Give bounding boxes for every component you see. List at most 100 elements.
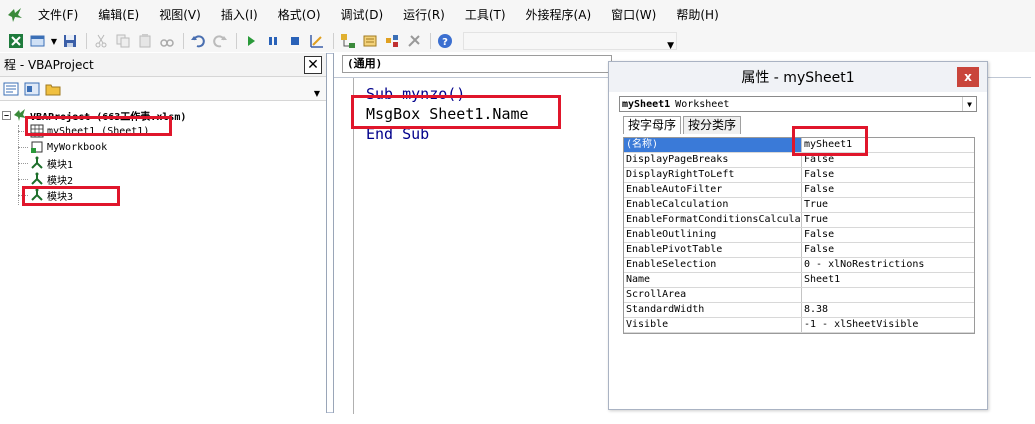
tree-item-module2[interactable]: 模块2 <box>0 171 326 187</box>
tree-connector <box>18 194 28 196</box>
project-explorer-icon[interactable] <box>338 31 358 51</box>
help-icon[interactable]: ? <box>435 31 455 51</box>
menu-addins[interactable]: 外接程序(A) <box>520 4 598 26</box>
view-code-icon[interactable] <box>2 80 20 98</box>
property-value[interactable]: True <box>802 213 974 227</box>
pane-overflow-icon[interactable]: ▼ <box>312 80 322 98</box>
object-name: mySheet1 <box>622 98 671 110</box>
menu-file[interactable]: 文件(F) <box>32 4 84 26</box>
tree-item-module3[interactable]: 模块3 <box>0 187 326 203</box>
menu-tools[interactable]: 工具(T) <box>459 4 512 26</box>
property-row[interactable]: EnableFormatConditionsCalculationTrue <box>624 213 974 228</box>
toolbar-separator <box>333 33 334 49</box>
menu-debug[interactable]: 调试(D) <box>335 4 390 26</box>
menu-bar: 文件(F) 编辑(E) 视图(V) 插入(I) 格式(O) 调试(D) 运行(R… <box>0 0 1035 30</box>
insert-userform-icon[interactable] <box>28 31 48 51</box>
property-value[interactable]: True <box>802 198 974 212</box>
menu-format[interactable]: 格式(O) <box>272 4 327 26</box>
copy-icon[interactable] <box>113 31 133 51</box>
tree-root[interactable]: − VBAProject (663工作表.xlsm) <box>0 107 326 123</box>
properties-titlebar: 属性 - mySheet1 x <box>609 62 987 92</box>
property-value[interactable]: False <box>802 228 974 242</box>
property-value[interactable]: False <box>802 183 974 197</box>
property-row[interactable]: EnableSelection 0 - xlNoRestrictions <box>624 258 974 273</box>
tree-item-label: 模块1 <box>47 159 74 171</box>
property-key: StandardWidth <box>624 303 802 317</box>
property-key: ScrollArea <box>624 288 802 302</box>
chevron-down-icon[interactable]: ▼ <box>50 31 58 51</box>
properties-icon[interactable] <box>360 31 380 51</box>
menu-insert[interactable]: 插入(I) <box>215 4 264 26</box>
redo-icon[interactable] <box>210 31 230 51</box>
property-row[interactable]: EnableOutlining False <box>624 228 974 243</box>
tree-item-myworkbook[interactable]: MyWorkbook <box>0 139 326 155</box>
property-value[interactable]: 0 - xlNoRestrictions <box>802 258 974 272</box>
property-value[interactable]: Sheet1 <box>802 273 974 287</box>
property-key: EnableSelection <box>624 258 802 272</box>
standard-toolbar: ▼ ? ▼ <box>0 30 1035 52</box>
pause-icon[interactable] <box>263 31 283 51</box>
code-line[interactable]: MsgBox Sheet1.Name <box>366 104 529 124</box>
property-row[interactable]: StandardWidth 8.38 <box>624 303 974 318</box>
menu-run[interactable]: 运行(R) <box>397 4 451 26</box>
code-line[interactable]: Sub mynzo() <box>366 84 529 104</box>
vba-app-icon[interactable] <box>4 4 26 26</box>
paste-icon[interactable] <box>135 31 155 51</box>
property-row[interactable]: ScrollArea <box>624 288 974 303</box>
property-row[interactable]: EnableAutoFilter False <box>624 183 974 198</box>
tree-connector <box>18 162 28 164</box>
property-row[interactable]: EnableCalculation True <box>624 198 974 213</box>
tree-item-mysheet1[interactable]: mySheet1 (Sheet1) <box>0 123 326 139</box>
excel-icon[interactable] <box>6 31 26 51</box>
code-margin[interactable] <box>334 78 354 414</box>
project-explorer-pane: 程 - VBAProject ✕ ▼ − VBAProject (663工作表.… <box>0 53 327 413</box>
worksheet-icon <box>30 124 44 138</box>
property-row[interactable]: DisplayRightToLeft False <box>624 168 974 183</box>
property-row[interactable]: Name Sheet1 <box>624 273 974 288</box>
collapse-icon[interactable]: − <box>2 110 11 120</box>
project-close-button[interactable]: ✕ <box>304 55 322 74</box>
menu-window[interactable]: 窗口(W) <box>605 4 662 26</box>
module-icon <box>30 156 44 170</box>
object-browser-icon[interactable] <box>382 31 402 51</box>
tab-categorized[interactable]: 按分类序 <box>683 116 742 134</box>
design-mode-icon[interactable] <box>307 31 327 51</box>
view-object-icon[interactable] <box>23 80 41 98</box>
property-value[interactable] <box>802 288 974 302</box>
chevron-down-icon[interactable]: ▼ <box>962 97 976 111</box>
properties-object-dropdown[interactable]: mySheet1 Worksheet ▼ <box>619 96 977 112</box>
code-line[interactable]: End Sub <box>366 124 529 144</box>
object-dropdown[interactable]: (通用) <box>342 55 612 73</box>
property-row[interactable]: Visible -1 - xlSheetVisible <box>624 318 974 333</box>
property-row[interactable]: EnablePivotTable False <box>624 243 974 258</box>
workbook-icon <box>30 140 44 154</box>
vba-project-icon <box>13 108 27 122</box>
tab-alphabetic[interactable]: 按字母序 <box>623 116 682 134</box>
menu-help[interactable]: 帮助(H) <box>670 4 724 26</box>
properties-close-button[interactable]: x <box>957 67 979 87</box>
property-row[interactable]: DisplayPageBreaks False <box>624 153 974 168</box>
toolbox-icon[interactable] <box>404 31 424 51</box>
properties-title: 属性 - mySheet1 <box>741 70 855 86</box>
property-value[interactable]: False <box>802 243 974 257</box>
property-value[interactable]: False <box>802 168 974 182</box>
run-icon[interactable] <box>241 31 261 51</box>
stop-icon[interactable] <box>285 31 305 51</box>
property-value[interactable]: mySheet1 <box>802 138 974 152</box>
menu-edit[interactable]: 编辑(E) <box>92 4 145 26</box>
property-row[interactable]: (名称) mySheet1 <box>624 138 974 153</box>
undo-icon[interactable] <box>188 31 208 51</box>
code-lines[interactable]: Sub mynzo() MsgBox Sheet1.Name End Sub <box>366 84 529 144</box>
tree-item-label: 模块3 <box>47 191 74 203</box>
property-value[interactable]: False <box>802 153 974 167</box>
menu-view[interactable]: 视图(V) <box>153 4 207 26</box>
find-icon[interactable] <box>157 31 177 51</box>
toggle-folders-icon[interactable] <box>44 80 62 98</box>
save-icon[interactable] <box>60 31 80 51</box>
tree-item-module1[interactable]: 模块1 <box>0 155 326 171</box>
tree-connector <box>18 146 28 148</box>
cut-icon[interactable] <box>91 31 111 51</box>
property-value[interactable]: -1 - xlSheetVisible <box>802 318 974 332</box>
toolbar-overflow-icon[interactable]: ▼ <box>667 41 674 51</box>
property-value[interactable]: 8.38 <box>802 303 974 317</box>
